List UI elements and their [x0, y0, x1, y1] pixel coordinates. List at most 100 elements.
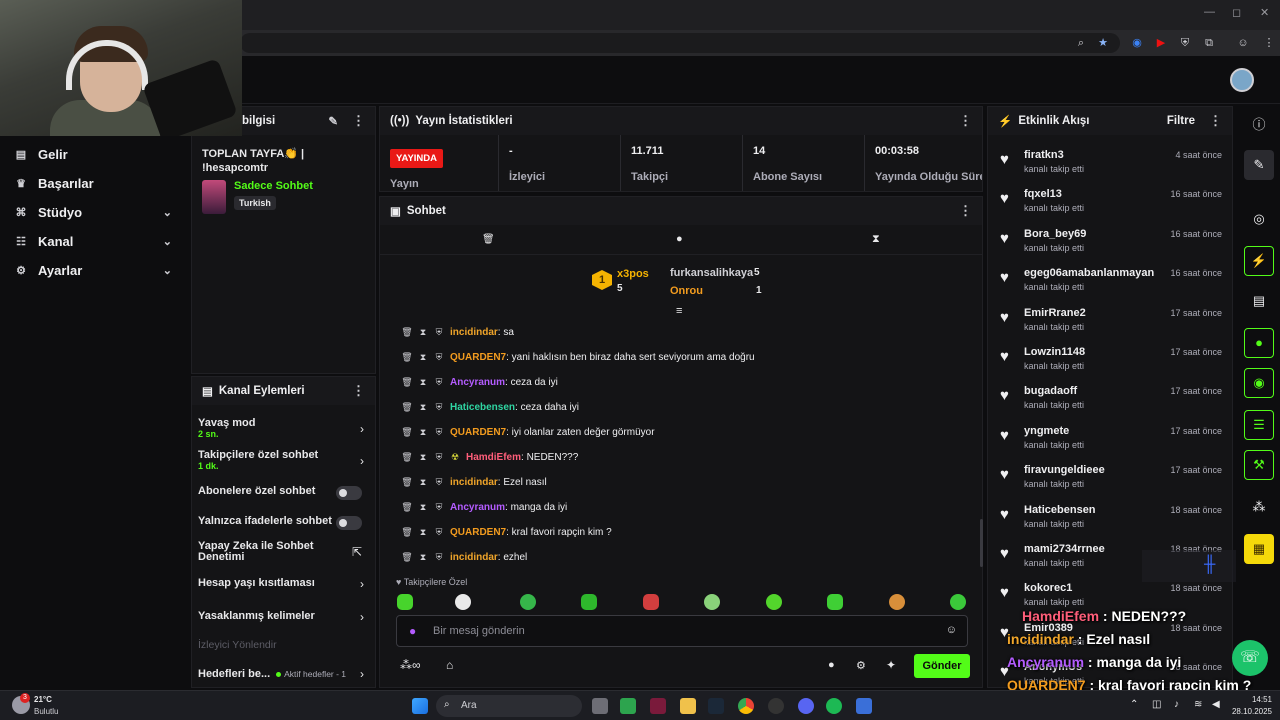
chat-input[interactable]: ● Bir mesaj gönderin ☺ — [396, 615, 968, 647]
app-icon[interactable] — [768, 698, 784, 714]
timeout-icon[interactable]: ⧗ — [416, 502, 430, 513]
delete-message-icon[interactable]: 🗑︎ — [400, 402, 414, 413]
task-view-icon[interactable] — [592, 698, 608, 714]
volume-icon[interactable]: ◀ — [1212, 699, 1220, 710]
delete-message-icon[interactable]: 🗑︎ — [400, 352, 414, 363]
queue-icon[interactable]: ☰ — [1244, 410, 1274, 440]
sidebar-item-ayarlar[interactable]: ⚙ Ayarlar ⌄ — [0, 256, 188, 285]
category-link[interactable]: Sadece Sohbet — [234, 180, 313, 192]
emote-icon[interactable] — [704, 594, 720, 610]
activity-item[interactable]: ♥ EmirRrane2 kanalı takip etti 17 saat önce — [998, 303, 1230, 339]
clip-icon[interactable]: ▦ — [1244, 534, 1274, 564]
edit-icon[interactable]: ✎ — [1244, 150, 1274, 180]
support-button[interactable]: ☏ — [1232, 640, 1268, 676]
edit-icon[interactable]: ✎ — [328, 114, 338, 128]
chat-username[interactable]: incidindar — [450, 477, 498, 488]
filter-button[interactable]: Filtre — [1167, 115, 1195, 127]
ai-moderation-row[interactable]: Yapay Zeka ile Sohbet Denetimi ⇱ — [198, 541, 370, 567]
emote-icon[interactable] — [827, 594, 843, 610]
activity-username[interactable]: bugadaoff — [1024, 385, 1077, 397]
chat-icon[interactable]: ● — [1244, 328, 1274, 358]
emote-icon[interactable] — [581, 594, 597, 610]
leaderboard-third-user[interactable]: Onrou — [670, 285, 703, 297]
banned-words-row[interactable]: Yasaklanmış kelimeler › — [198, 610, 370, 628]
account-age-row[interactable]: Hesap yaşı kısıtlaması › — [198, 577, 370, 595]
minimize-button[interactable]: — — [1204, 6, 1215, 18]
timeout-icon[interactable]: ⧗ — [416, 477, 430, 488]
delete-message-icon[interactable]: 🗑︎ — [400, 502, 414, 513]
activity-username[interactable]: kokorec1 — [1024, 582, 1072, 594]
sidebar-item-kanal[interactable]: ☷ Kanal ⌄ — [0, 227, 188, 256]
activity-item[interactable]: ♥ Haticebensen kanalı takip etti 18 saat ön… — [998, 500, 1230, 536]
gift-icon[interactable]: ✦ — [886, 658, 896, 672]
activity-username[interactable]: Haticebensen — [1024, 504, 1096, 516]
store-icon[interactable]: ⌂ — [446, 658, 453, 672]
profile-icon[interactable]: ☺ — [1236, 36, 1250, 50]
trash-icon[interactable]: 🗑︎ — [482, 234, 495, 245]
activity-username[interactable]: EmirRrane2 — [1024, 307, 1086, 319]
network-icon[interactable]: ◫ — [1152, 699, 1161, 710]
maximize-button[interactable]: ◻ — [1232, 6, 1241, 19]
chrome-icon[interactable] — [738, 698, 754, 714]
spotify-icon[interactable] — [826, 698, 842, 714]
start-icon[interactable] — [412, 698, 428, 714]
activity-username[interactable]: mami2734rrnee — [1024, 543, 1105, 555]
apps-icon[interactable]: ⁂ — [1244, 492, 1274, 522]
more-options-icon[interactable]: ⋮ — [352, 383, 365, 399]
hourglass-icon[interactable]: ⧗ — [872, 233, 880, 246]
clock-time[interactable]: 14:51 — [1236, 695, 1272, 704]
timeout-icon[interactable]: ⧗ — [416, 527, 430, 538]
more-options-icon[interactable]: ⋮ — [959, 203, 972, 219]
timeout-icon[interactable]: ⧗ — [416, 452, 430, 463]
leaderboard-top-user[interactable]: x3pos — [617, 268, 649, 280]
category-thumbnail[interactable] — [202, 180, 226, 214]
activity-username[interactable]: firatkn3 — [1024, 149, 1064, 161]
zoom-icon[interactable]: ⌕ — [1074, 36, 1088, 50]
chat-username[interactable]: HamdiEfem — [466, 452, 521, 463]
bookmark-star-icon[interactable]: ★ — [1096, 36, 1110, 50]
chat-username[interactable]: QUARDEN7 — [450, 527, 506, 538]
wifi-icon[interactable]: ≋ — [1194, 699, 1202, 710]
lightning-icon[interactable]: ⚡ — [1244, 246, 1274, 276]
delete-message-icon[interactable]: 🗑︎ — [400, 527, 414, 538]
broadcast-icon[interactable]: ◉ — [1244, 368, 1274, 398]
emote-icon[interactable] — [455, 594, 471, 610]
activity-item[interactable]: ♥ firavungeldieee kanalı takip etti 17 saat… — [998, 460, 1230, 496]
ban-icon[interactable]: ⛨ — [432, 427, 446, 438]
file-explorer-icon[interactable] — [680, 698, 696, 714]
timeout-icon[interactable]: ⧗ — [416, 427, 430, 438]
taskbar-search[interactable]: ⌕ Ara — [436, 695, 582, 717]
chat-username[interactable]: QUARDEN7 — [450, 427, 506, 438]
microphone-icon[interactable]: ● — [409, 624, 416, 638]
close-window-button[interactable]: ✕ — [1260, 6, 1269, 19]
slow-mode-row[interactable]: Yavaş mod 2 sn. › — [198, 417, 370, 445]
ban-icon[interactable]: ⛨ — [432, 452, 446, 463]
app-icon[interactable] — [650, 698, 666, 714]
send-button[interactable]: Gönder — [914, 654, 970, 678]
activity-item[interactable]: ♥ firatkn3 kanalı takip etti 4 saat önce — [998, 145, 1230, 181]
followers-only-row[interactable]: Takipçilere özel sohbet 1 dk. › — [198, 449, 370, 477]
sidebar-item-basarilar[interactable]: ♛ Başarılar — [0, 169, 188, 198]
delete-message-icon[interactable]: 🗑︎ — [400, 552, 414, 563]
chat-username[interactable]: Ancyranum — [450, 377, 505, 388]
activity-item[interactable]: ♥ bugadaoff kanalı takip etti 17 saat önce — [998, 381, 1230, 417]
loop-icon[interactable]: ⁂∞ — [400, 658, 421, 672]
chat-scrollbar[interactable] — [980, 519, 983, 567]
activity-item[interactable]: ♥ egeg06amabanlanmayan kanalı takip etti 16… — [998, 263, 1230, 299]
emote-icon[interactable] — [889, 594, 905, 610]
collapse-icon[interactable]: ≡ — [676, 305, 682, 317]
timeout-icon[interactable]: ⧗ — [416, 352, 430, 363]
activity-item[interactable]: ♥ fqxel13 kanalı takip etti 16 saat önce — [998, 184, 1230, 220]
sidebar-item-studyo[interactable]: ⌘ Stüdyo ⌄ — [0, 198, 188, 227]
delete-message-icon[interactable]: 🗑︎ — [400, 377, 414, 388]
camera-icon[interactable]: ◎ — [1244, 204, 1274, 234]
emoji-icon[interactable]: ☺ — [946, 624, 957, 636]
browser-menu-icon[interactable]: ⋮ — [1262, 36, 1276, 50]
activity-item[interactable]: ♥ yngmete kanalı takip etti 17 saat önce — [998, 421, 1230, 457]
timeout-icon[interactable]: ⧗ — [416, 327, 430, 338]
timeout-icon[interactable]: ⧗ — [416, 377, 430, 388]
activity-username[interactable]: egeg06amabanlanmayan — [1024, 267, 1154, 279]
address-bar[interactable] — [240, 33, 1120, 53]
chat-username[interactable]: QUARDEN7 — [450, 352, 506, 363]
emotes-only-toggle[interactable] — [336, 516, 362, 530]
